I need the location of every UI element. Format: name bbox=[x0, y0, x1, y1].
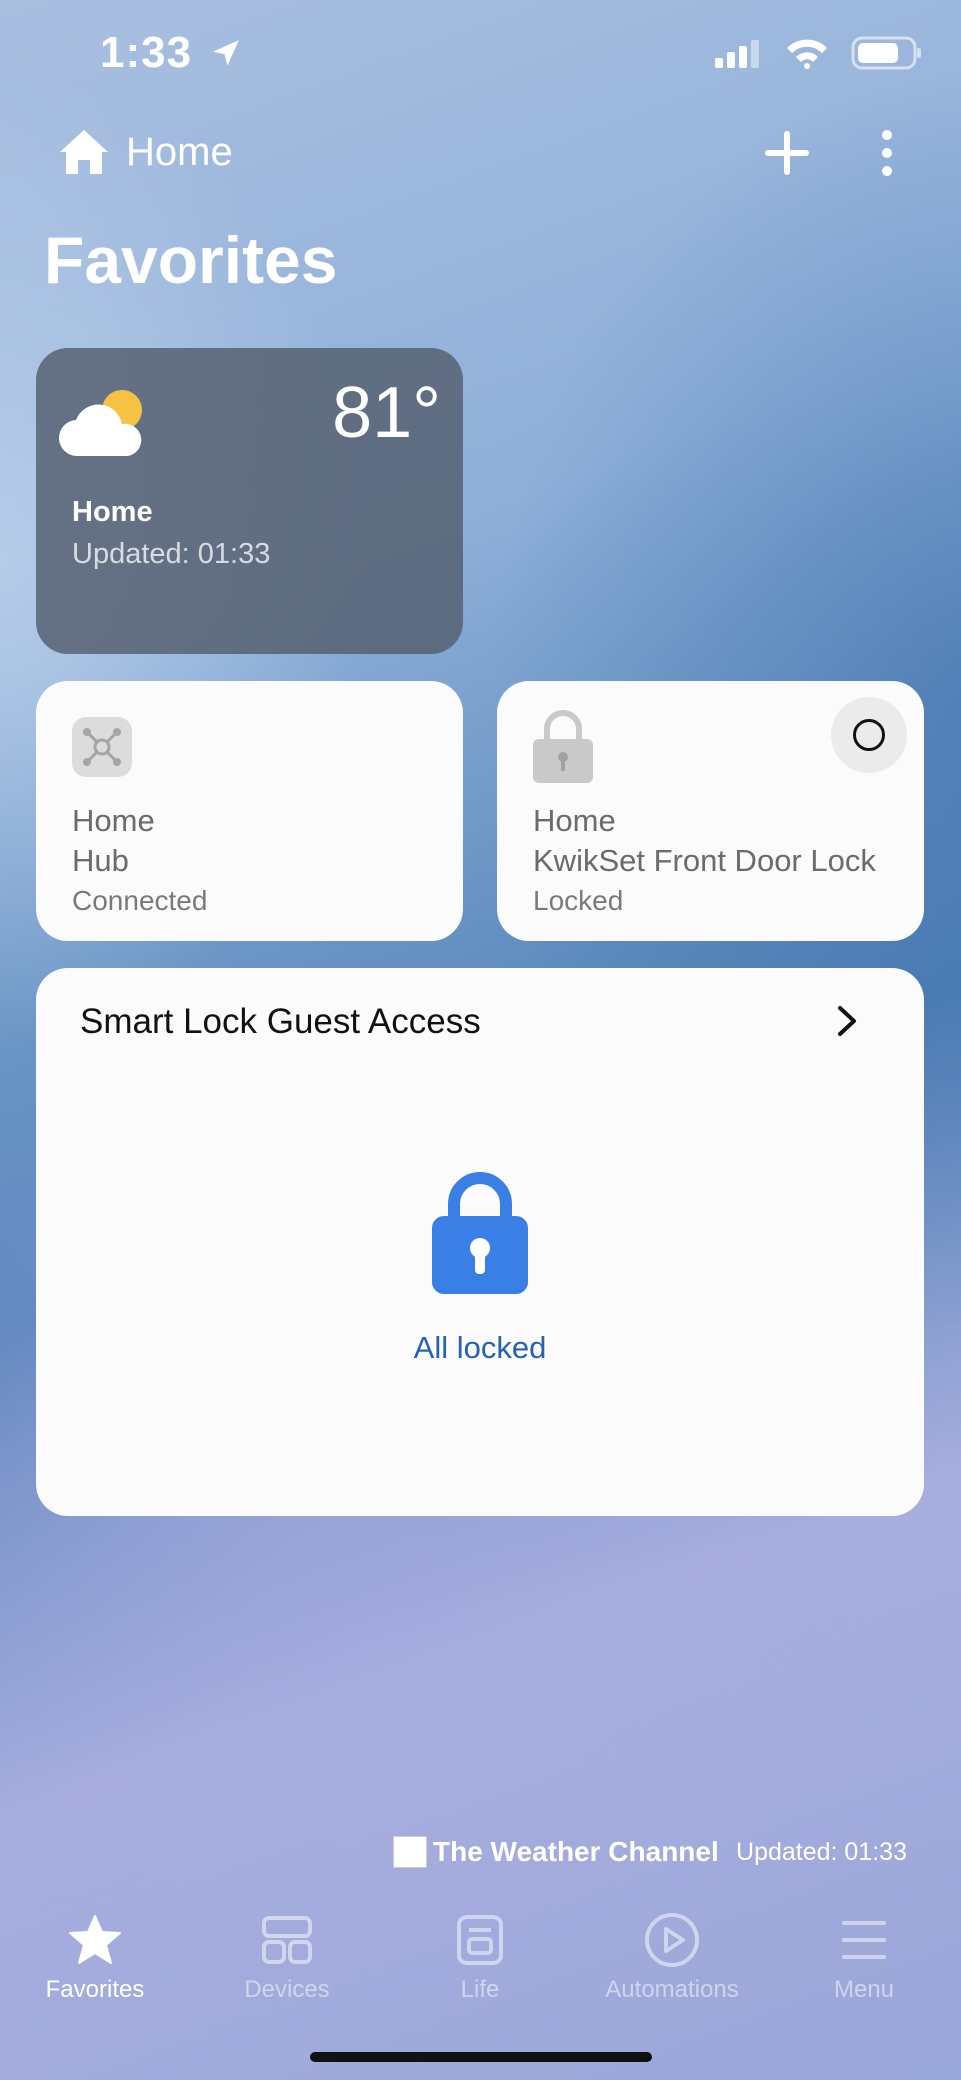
weather-updated: Updated: 01:33 bbox=[72, 538, 271, 570]
guest-access-status: All locked bbox=[413, 1330, 547, 1365]
wifi-icon bbox=[787, 39, 827, 69]
status-icons bbox=[713, 36, 923, 70]
lock-name: KwikSet Front Door Lock bbox=[533, 843, 876, 878]
tab-menu[interactable]: Menu bbox=[774, 1910, 954, 2004]
weather-channel-logo bbox=[393, 1836, 427, 1868]
star-icon bbox=[69, 1915, 121, 1964]
weather-channel-attribution: The Weather Channel bbox=[393, 1836, 719, 1868]
tab-life-label: Life bbox=[460, 1976, 500, 2003]
lock-icon bbox=[533, 710, 593, 783]
front-door-lock-card[interactable]: Home KwikSet Front Door Lock Locked bbox=[497, 681, 924, 941]
temperature: 81° bbox=[332, 373, 441, 453]
battery-icon bbox=[851, 36, 921, 70]
menu-icon bbox=[842, 1921, 886, 1959]
tab-life[interactable]: Life bbox=[390, 1910, 570, 2004]
play-icon bbox=[645, 1913, 699, 1967]
devices-icon bbox=[262, 1916, 312, 1964]
tab-automations-label: Automations bbox=[605, 1976, 739, 2003]
more-options-button[interactable] bbox=[872, 128, 902, 178]
tab-automations[interactable]: Automations bbox=[582, 1910, 762, 2004]
guest-access-card[interactable]: Smart Lock Guest Access All locked bbox=[36, 968, 924, 1516]
tab-favorites-label: Favorites bbox=[45, 1976, 145, 2003]
tab-menu-label: Menu bbox=[833, 1976, 895, 2003]
hub-location: Home bbox=[72, 803, 155, 838]
weather-channel-brand: The Weather Channel bbox=[433, 1836, 719, 1867]
partly-cloudy-icon bbox=[58, 390, 142, 457]
hub-name: Hub bbox=[72, 843, 129, 878]
page-title: Favorites bbox=[44, 223, 338, 297]
home-icon bbox=[60, 130, 108, 174]
home-indicator[interactable] bbox=[310, 2052, 652, 2062]
home-label: Home bbox=[126, 129, 233, 174]
tab-favorites[interactable]: Favorites bbox=[5, 1910, 185, 2004]
hub-icon bbox=[72, 717, 132, 777]
chevron-right-icon[interactable] bbox=[836, 1004, 858, 1038]
weather-channel-updated: Updated: 01:33 bbox=[736, 1838, 907, 1866]
hub-status: Connected bbox=[72, 885, 208, 916]
lock-location: Home bbox=[533, 803, 616, 838]
circle-icon bbox=[853, 719, 885, 751]
lock-status: Locked bbox=[533, 885, 624, 916]
tab-bar: Favorites Devices Life Automations Menu bbox=[0, 1890, 961, 2010]
signal-icon bbox=[715, 40, 759, 68]
location-arrow-icon bbox=[213, 40, 240, 66]
weather-location: Home bbox=[72, 496, 153, 528]
weather-card[interactable]: 81° Home Updated: 01:33 bbox=[36, 348, 463, 654]
life-icon bbox=[457, 1915, 503, 1965]
add-button[interactable] bbox=[762, 128, 812, 178]
status-time: 1:33 bbox=[100, 28, 243, 78]
home-selector[interactable]: Home bbox=[58, 128, 233, 176]
guest-access-title: Smart Lock Guest Access bbox=[80, 1002, 481, 1041]
tab-devices-label: Devices bbox=[244, 1976, 330, 2003]
locked-padlock-icon bbox=[432, 1172, 528, 1294]
lock-toggle-button[interactable] bbox=[831, 697, 907, 773]
tab-devices[interactable]: Devices bbox=[197, 1910, 377, 2004]
hub-card[interactable]: Home Hub Connected bbox=[36, 681, 463, 941]
